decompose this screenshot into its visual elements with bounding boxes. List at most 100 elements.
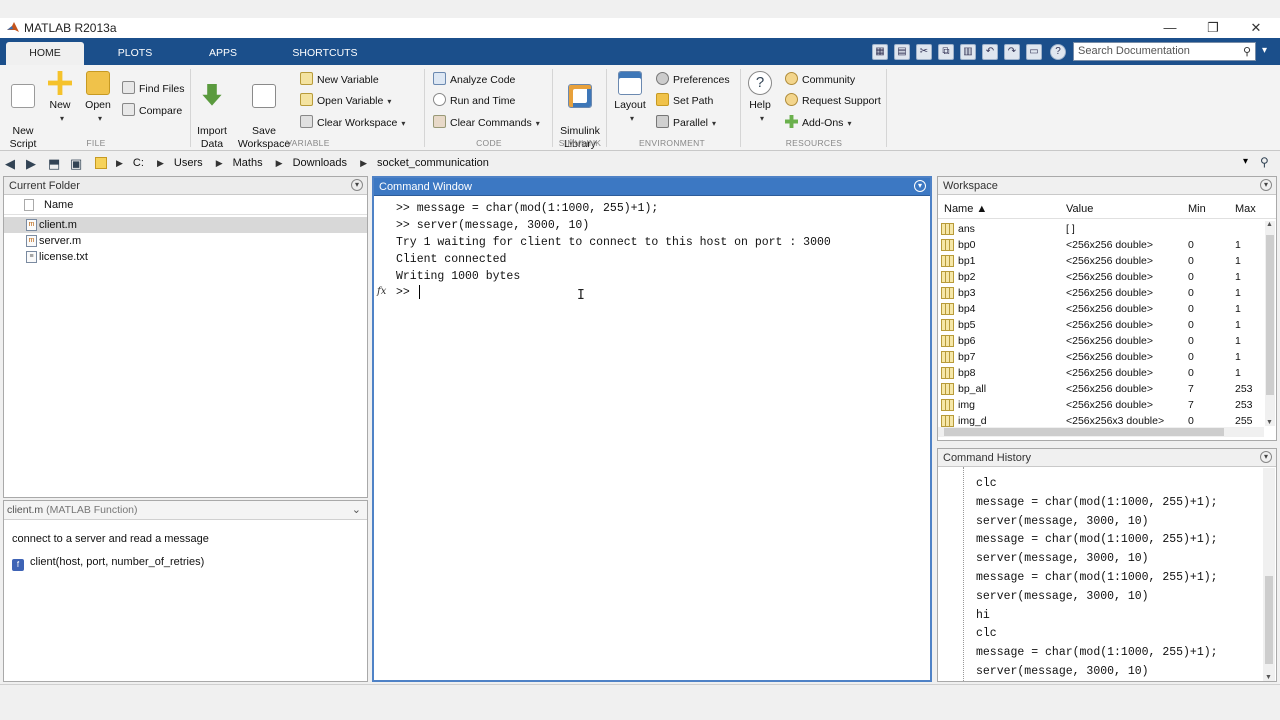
scroll-down-icon[interactable]: ▼ [1266, 419, 1273, 426]
history-entry[interactable]: message = char(mod(1:1000, 255)+1); [976, 571, 1218, 584]
set-path-button[interactable]: Set Path [656, 92, 713, 110]
history-entry[interactable]: server(message, 3000, 10) [976, 665, 1149, 678]
filter-icon[interactable]: ▾ [1262, 46, 1272, 56]
parallel-button[interactable]: Parallel ▾ [656, 114, 716, 132]
compare-button[interactable]: Compare [122, 102, 182, 120]
preferences-button[interactable]: Preferences [656, 71, 730, 89]
tab-plots[interactable]: PLOTS [96, 42, 174, 65]
new-variable-button[interactable]: New Variable [300, 71, 379, 89]
breadcrumb-item[interactable]: socket_communication [377, 157, 489, 169]
workspace-row[interactable]: bp_all <256x256 double> 7 253 [938, 381, 1264, 397]
tab-shortcuts[interactable]: SHORTCUTS [276, 42, 374, 65]
workspace-row[interactable]: bp5 <256x256 double> 0 1 [938, 317, 1264, 333]
community-button[interactable]: Community [785, 71, 855, 89]
panel-actions-icon[interactable]: ▾ [351, 179, 363, 191]
quick-access-help-icon[interactable]: ? [1050, 44, 1066, 60]
scrollbar-thumb[interactable] [944, 428, 1224, 436]
history-entry[interactable]: clc [976, 477, 997, 490]
quick-access-copy-icon[interactable]: ⧉ [938, 44, 954, 60]
quick-access-switch-window-icon[interactable]: ▭ [1026, 44, 1042, 60]
workspace-row[interactable]: bp3 <256x256 double> 0 1 [938, 285, 1264, 301]
quick-access-paste-icon[interactable]: ▥ [960, 44, 976, 60]
analyze-code-button[interactable]: Analyze Code [433, 71, 515, 89]
file-row-license[interactable]: ≡ license.txt [4, 249, 367, 265]
workspace-row[interactable]: bp0 <256x256 double> 0 1 [938, 237, 1264, 253]
close-window-button[interactable]: ✕ [1236, 18, 1276, 38]
workspace-row[interactable]: ans [ ] [938, 221, 1264, 237]
import-data-button[interactable]: Import Data [190, 71, 234, 151]
minimize-button[interactable]: — [1150, 18, 1190, 38]
tab-apps[interactable]: APPS [184, 42, 262, 65]
scrollbar-thumb[interactable] [1265, 576, 1273, 664]
history-entry[interactable]: message = char(mod(1:1000, 255)+1); [976, 533, 1218, 546]
ribbon-separator [424, 69, 425, 147]
breadcrumb-item[interactable]: Users [174, 157, 203, 169]
command-window-panel[interactable]: Command Window ▾ >> message = char(mod(1… [372, 176, 932, 682]
workspace-row[interactable]: bp4 <256x256 double> 0 1 [938, 301, 1264, 317]
panel-actions-icon[interactable]: ▾ [914, 180, 926, 192]
panel-actions-icon[interactable]: ▾ [1260, 451, 1272, 463]
history-entry[interactable]: server(message, 3000, 10) [976, 590, 1149, 603]
command-prompt[interactable]: >> [396, 286, 410, 299]
layout-button[interactable]: Layout ▾ [608, 71, 652, 125]
quick-access-redo-icon[interactable]: ↷ [1004, 44, 1020, 60]
quick-access-save-icon[interactable]: ▤ [894, 44, 910, 60]
workspace-row[interactable]: bp7 <256x256 double> 0 1 [938, 349, 1264, 365]
workspace-vertical-scrollbar[interactable]: ▲ ▼ [1265, 221, 1275, 426]
search-folder-icon[interactable]: ⚲ [1260, 155, 1269, 169]
help-button[interactable]: ? Help ▾ [738, 71, 782, 125]
open-variable-button[interactable]: Open Variable ▾ [300, 92, 391, 110]
search-documentation-input[interactable]: Search Documentation ⚲ [1073, 42, 1256, 61]
workspace-title: Workspace [943, 180, 998, 192]
workspace-row[interactable]: bp1 <256x256 double> 0 1 [938, 253, 1264, 269]
search-icon[interactable]: ⚲ [1243, 45, 1251, 58]
clear-workspace-button[interactable]: Clear Workspace ▾ [300, 114, 405, 132]
chevron-down-icon[interactable]: ⌄ [352, 501, 361, 520]
breadcrumb-item[interactable]: Maths [233, 157, 263, 169]
workspace-row[interactable]: bp2 <256x256 double> 0 1 [938, 269, 1264, 285]
breadcrumb-item[interactable]: Downloads [293, 157, 347, 169]
name-column-header[interactable]: Name [4, 195, 367, 215]
clear-commands-button[interactable]: Clear Commands ▾ [433, 114, 540, 132]
find-files-button[interactable]: Find Files [122, 80, 185, 98]
scrollbar-thumb[interactable] [1266, 235, 1274, 395]
up-folder-icon[interactable]: ⬒ [48, 156, 60, 172]
tab-home[interactable]: HOME [6, 42, 84, 65]
workspace-horizontal-scrollbar[interactable] [938, 427, 1264, 437]
quick-access-workspace-icon[interactable]: ▦ [872, 44, 888, 60]
history-entry[interactable]: message = char(mod(1:1000, 255)+1); [976, 646, 1218, 659]
open-button[interactable]: Open ▾ [76, 71, 120, 125]
restore-button[interactable]: ❐ [1193, 18, 1233, 38]
column-header-name[interactable]: Name ▲ [944, 199, 987, 219]
history-vertical-scrollbar[interactable]: ▼ [1263, 468, 1275, 681]
output-line: Client connected [396, 253, 507, 266]
run-and-time-button[interactable]: Run and Time [433, 92, 515, 110]
history-entry[interactable]: hi [976, 609, 990, 622]
file-row-client[interactable]: m client.m [4, 217, 367, 233]
function-browser-icon[interactable]: fx [377, 286, 386, 297]
browse-folder-icon[interactable]: ▣ [70, 156, 82, 172]
column-header-max[interactable]: Max [1235, 199, 1256, 219]
history-entry[interactable]: message = char(mod(1:1000, 255)+1); [976, 496, 1218, 509]
back-icon[interactable]: ◀ [5, 156, 15, 172]
breadcrumb-item[interactable]: C: [133, 157, 144, 169]
forward-icon[interactable]: ▶ [26, 156, 36, 172]
history-entry[interactable]: server(message, 3000, 10) [976, 552, 1149, 565]
scroll-up-icon[interactable]: ▲ [1266, 221, 1273, 228]
add-ons-button[interactable]: Add-Ons ▾ [785, 114, 851, 132]
workspace-row[interactable]: img <256x256 double> 7 253 [938, 397, 1264, 413]
quick-access-undo-icon[interactable]: ↶ [982, 44, 998, 60]
scroll-down-icon[interactable]: ▼ [1265, 674, 1272, 681]
workspace-row[interactable]: bp6 <256x256 double> 0 1 [938, 333, 1264, 349]
workspace-row[interactable]: bp8 <256x256 double> 0 1 [938, 365, 1264, 381]
history-entry[interactable]: clc [976, 627, 997, 640]
history-entry[interactable]: server(message, 3000, 10) [976, 515, 1149, 528]
column-header-min[interactable]: Min [1188, 199, 1206, 219]
details-header[interactable]: client.m (MATLAB Function) ⌄ [4, 501, 367, 520]
panel-actions-icon[interactable]: ▾ [1260, 179, 1272, 191]
file-row-server[interactable]: m server.m [4, 233, 367, 249]
request-support-button[interactable]: Request Support [785, 92, 881, 110]
quick-access-cut-icon[interactable]: ✂ [916, 44, 932, 60]
path-dropdown-icon[interactable]: ▾ [1243, 156, 1248, 167]
column-header-value[interactable]: Value [1066, 199, 1093, 219]
